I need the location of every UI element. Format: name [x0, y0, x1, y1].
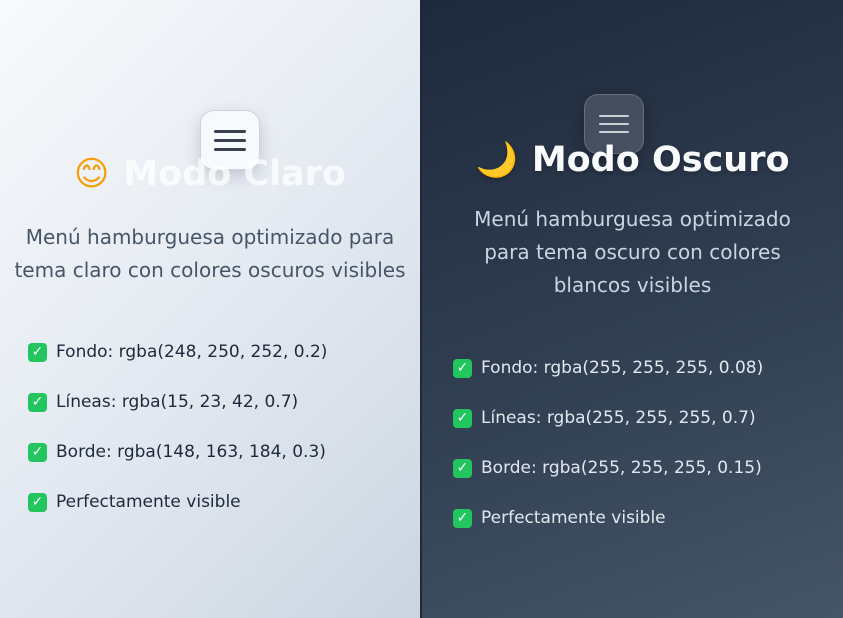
feature-text: Líneas: rgba(255, 255, 255, 0.7)	[481, 408, 756, 428]
feature-item: ✓ Líneas: rgba(15, 23, 42, 0.7)	[28, 390, 327, 414]
dark-mode-title: 🌙 Modo Oscuro	[422, 140, 843, 180]
dark-mode-description: Menú hamburguesa optimizado para tema os…	[474, 207, 791, 297]
feature-text: Borde: rgba(255, 255, 255, 0.15)	[481, 458, 762, 478]
feature-item: ✓ Borde: rgba(255, 255, 255, 0.15)	[453, 456, 763, 480]
feature-text: Borde: rgba(148, 163, 184, 0.3)	[56, 442, 326, 462]
light-mode-panel: 😊 Modo Claro Menú hamburguesa optimizado…	[0, 0, 420, 618]
menu-line	[599, 131, 629, 133]
feature-item: ✓ Borde: rgba(148, 163, 184, 0.3)	[28, 440, 327, 464]
dark-mode-title-text: Modo Oscuro	[531, 140, 790, 180]
light-feature-list: ✓ Fondo: rgba(248, 250, 252, 0.2) ✓ Líne…	[28, 340, 327, 540]
check-icon: ✓	[453, 358, 472, 378]
feature-text: Fondo: rgba(255, 255, 255, 0.08)	[481, 358, 764, 378]
menu-line	[599, 123, 629, 125]
check-icon: ✓	[28, 392, 47, 412]
light-mode-description: Menú hamburguesa optimizado para tema cl…	[14, 225, 406, 282]
smiling-sun-icon: 😊	[73, 154, 110, 194]
crescent-moon-icon: 🌙	[475, 140, 518, 180]
check-icon: ✓	[28, 442, 47, 462]
feature-item: ✓ Líneas: rgba(255, 255, 255, 0.7)	[453, 406, 763, 430]
feature-item: ✓ Perfectamente visible	[28, 490, 327, 514]
dark-feature-list: ✓ Fondo: rgba(255, 255, 255, 0.08) ✓ Lín…	[453, 356, 763, 556]
check-icon: ✓	[28, 492, 47, 512]
dark-mode-panel: 🌙 Modo Oscuro Menú hamburguesa optimizad…	[422, 0, 843, 618]
check-icon: ✓	[28, 342, 47, 362]
menu-line	[214, 138, 246, 142]
check-icon: ✓	[453, 508, 472, 528]
feature-text: Perfectamente visible	[56, 492, 241, 512]
feature-item: ✓ Fondo: rgba(255, 255, 255, 0.08)	[453, 356, 763, 380]
check-icon: ✓	[453, 408, 472, 428]
light-mode-title: 😊 Modo Claro	[0, 154, 420, 194]
feature-item: ✓ Perfectamente visible	[453, 506, 763, 530]
menu-line	[214, 129, 246, 133]
feature-text: Perfectamente visible	[481, 508, 666, 528]
feature-text: Fondo: rgba(248, 250, 252, 0.2)	[56, 342, 328, 362]
menu-line	[214, 147, 246, 151]
feature-text: Líneas: rgba(15, 23, 42, 0.7)	[56, 392, 299, 412]
menu-line	[599, 115, 629, 117]
check-icon: ✓	[453, 458, 472, 478]
feature-item: ✓ Fondo: rgba(248, 250, 252, 0.2)	[28, 340, 327, 364]
light-mode-title-text: Modo Claro	[123, 154, 347, 194]
